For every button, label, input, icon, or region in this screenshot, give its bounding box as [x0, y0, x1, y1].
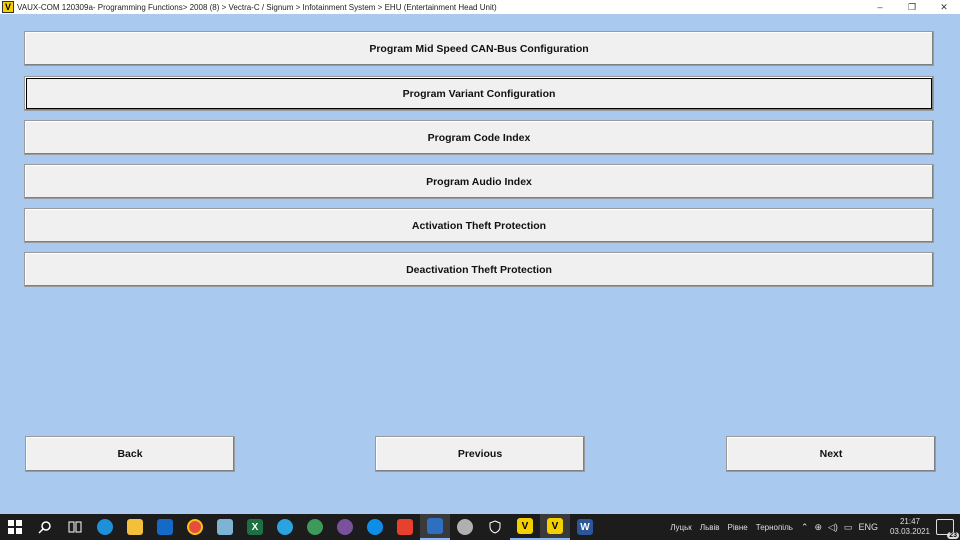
- title-bar: V VAUX-COM 120309a- Programming Function…: [0, 0, 960, 14]
- vauxcom-icon[interactable]: V: [510, 514, 540, 540]
- security-icon[interactable]: [480, 514, 510, 540]
- close-button[interactable]: ✕: [928, 0, 960, 14]
- edge-icon[interactable]: [90, 514, 120, 540]
- weather-city[interactable]: Тернопіль: [756, 523, 793, 532]
- speaker-icon[interactable]: ◁): [828, 522, 838, 533]
- taskbar: X V V W Луцьк Львів Рівне Тернопіль ⌃ ⊕ …: [0, 514, 960, 540]
- program-mid-speed-can-bus-button[interactable]: Program Mid Speed CAN-Bus Configuration: [24, 31, 934, 66]
- program-variant-configuration-button[interactable]: Program Variant Configuration: [24, 76, 934, 111]
- file-explorer-icon[interactable]: [120, 514, 150, 540]
- weather-city[interactable]: Луцьк: [670, 523, 692, 532]
- teamviewer-icon[interactable]: [360, 514, 390, 540]
- previous-button[interactable]: Previous: [375, 436, 585, 472]
- clock[interactable]: 21:47 03.03.2021: [890, 517, 930, 537]
- viber-icon[interactable]: [330, 514, 360, 540]
- task-view-icon[interactable]: [60, 514, 90, 540]
- vauxcom-app-icon: V: [2, 1, 14, 13]
- search-icon[interactable]: [30, 514, 60, 540]
- battery-icon[interactable]: ▭: [844, 522, 853, 533]
- notification-count: 23: [947, 532, 959, 539]
- weather-city[interactable]: Рівне: [728, 523, 748, 532]
- next-button[interactable]: Next: [726, 436, 936, 472]
- chevron-up-icon[interactable]: ⌃: [801, 522, 809, 533]
- notification-icon[interactable]: 23: [936, 519, 959, 539]
- chrome-icon[interactable]: [180, 514, 210, 540]
- restore-button[interactable]: ❐: [896, 0, 928, 14]
- word-icon[interactable]: W: [570, 514, 600, 540]
- system-tray: Луцьк Львів Рівне Тернопіль ⌃ ⊕ ◁) ▭ ENG…: [670, 514, 960, 540]
- activation-theft-protection-button[interactable]: Activation Theft Protection: [24, 208, 934, 243]
- notepad-icon[interactable]: [210, 514, 240, 540]
- program-audio-index-button[interactable]: Program Audio Index: [24, 164, 934, 199]
- windows-start-icon[interactable]: [0, 514, 30, 540]
- language-indicator[interactable]: ENG: [858, 522, 878, 532]
- app2-icon[interactable]: [450, 514, 480, 540]
- outlook-icon[interactable]: [150, 514, 180, 540]
- app-icon[interactable]: [420, 514, 450, 540]
- vauxcom-active-icon[interactable]: V: [540, 514, 570, 540]
- clock-date: 03.03.2021: [889, 527, 930, 536]
- back-button[interactable]: Back: [25, 436, 235, 472]
- excel-icon[interactable]: X: [240, 514, 270, 540]
- anydesk-icon[interactable]: [390, 514, 420, 540]
- telegram-icon[interactable]: [270, 514, 300, 540]
- weather-city[interactable]: Львів: [700, 523, 720, 532]
- globe-icon[interactable]: ⊕: [814, 522, 822, 533]
- window-controls: – ❐ ✕: [864, 0, 960, 14]
- network-icon[interactable]: [300, 514, 330, 540]
- minimize-button[interactable]: –: [864, 0, 896, 14]
- deactivation-theft-protection-button[interactable]: Deactivation Theft Protection: [24, 252, 934, 287]
- clock-time: 21:47: [899, 517, 920, 526]
- main-panel: Program Mid Speed CAN-Bus Configuration …: [0, 14, 960, 514]
- window-title: VAUX-COM 120309a- Programming Functions>…: [17, 2, 497, 12]
- program-code-index-button[interactable]: Program Code Index: [24, 120, 934, 155]
